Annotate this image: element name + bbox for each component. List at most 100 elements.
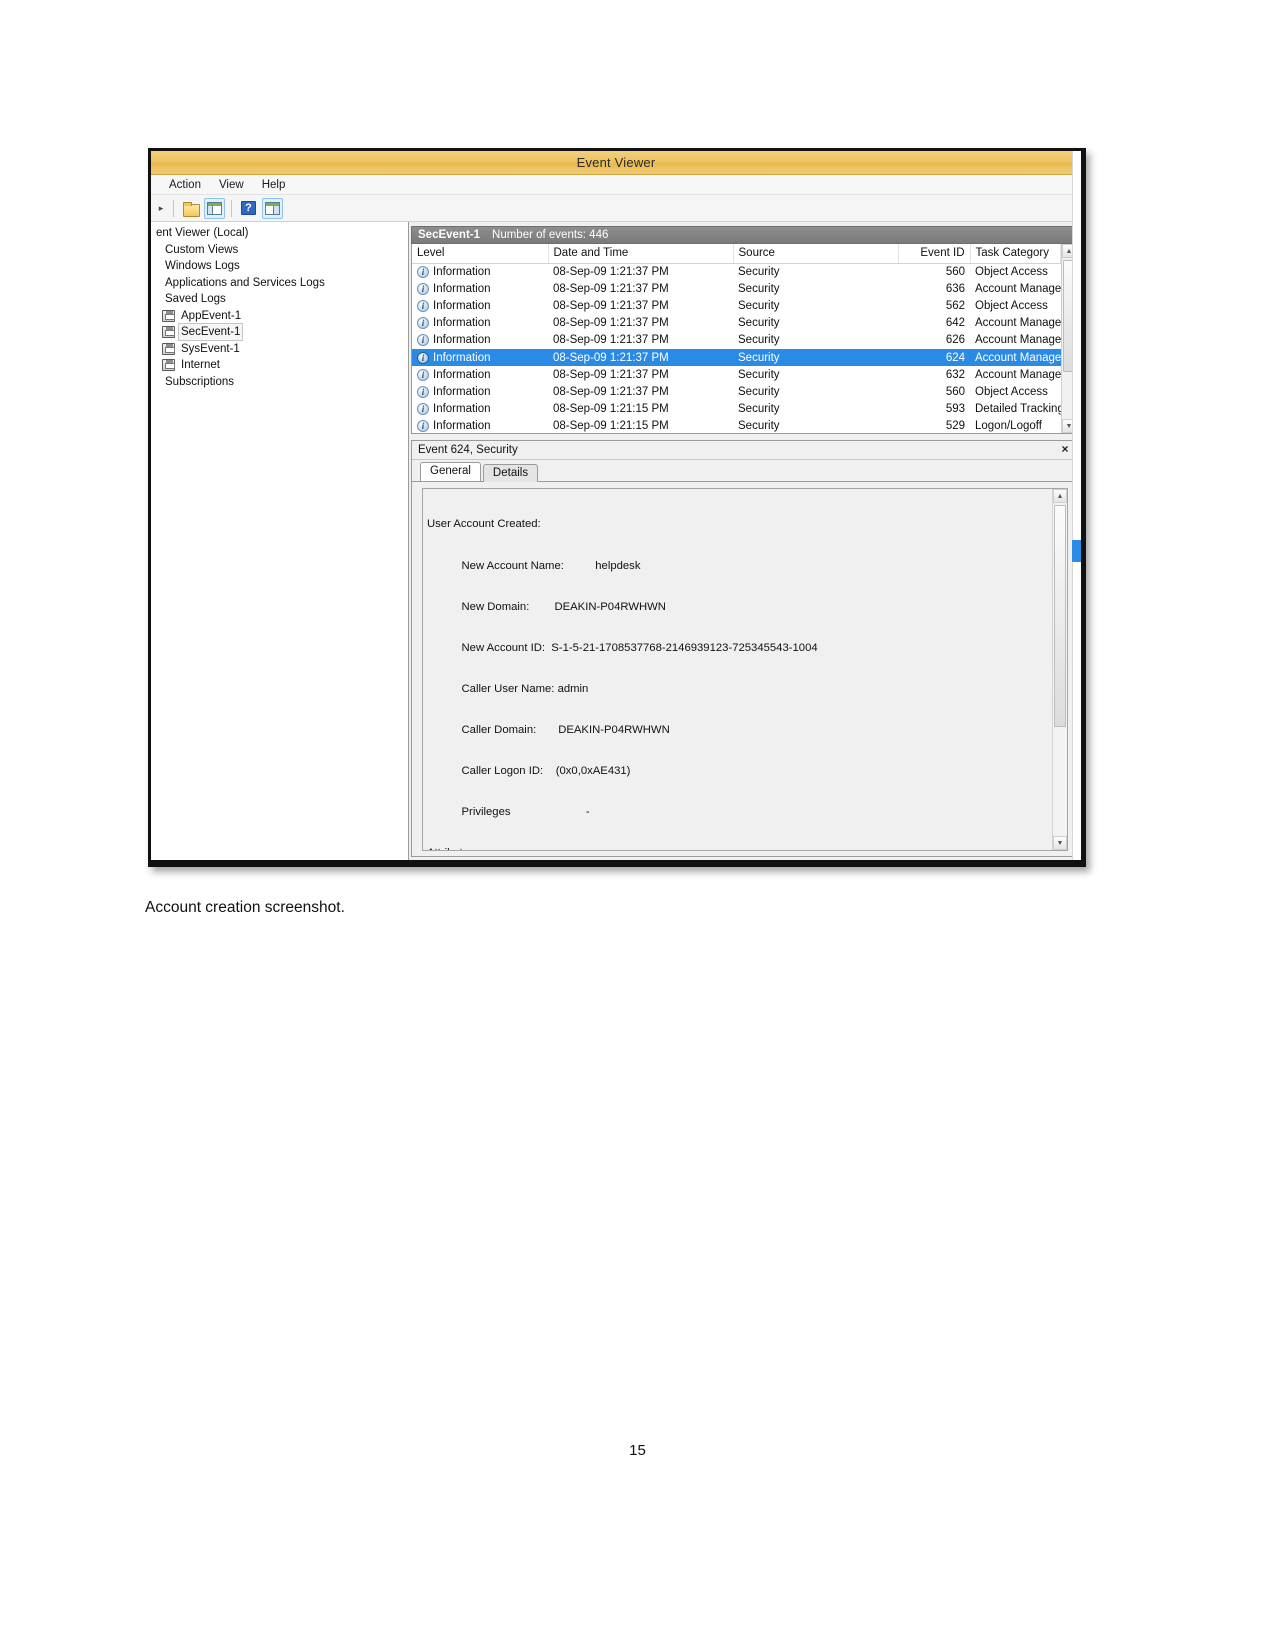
- table-row[interactable]: i Information 08-Sep-09 1:21:15 PM Securi…: [412, 401, 1061, 418]
- chevron-right-icon[interactable]: ▸: [155, 198, 167, 218]
- menu-item-action[interactable]: Action: [161, 178, 209, 192]
- tree-item-internet[interactable]: Internet: [151, 357, 408, 374]
- tree-item-label: AppEvent-1: [181, 309, 242, 322]
- column-header-date-and-time[interactable]: Date and Time: [548, 244, 734, 264]
- saved-log-icon: [162, 342, 175, 355]
- table-row-selected[interactable]: i Information 08-Sep-09 1:21:37 PM Securi…: [412, 348, 1061, 367]
- table-row[interactable]: i Information 08-Sep-09 1:21:15 PM Securi…: [412, 418, 1061, 433]
- open-saved-log-button[interactable]: [180, 198, 201, 219]
- tree-item-label: Subscriptions: [165, 375, 235, 388]
- information-icon: i: [417, 282, 429, 295]
- event-count-label: Number of events: 446: [492, 229, 609, 241]
- detail-line: New Account Name: helpdesk: [427, 559, 641, 572]
- event-detail-pane: Event 624, Security × General Details Us…: [411, 440, 1077, 857]
- tree-item-secevent-1[interactable]: SecEvent-1: [151, 323, 408, 342]
- tree-item-sysevent-1[interactable]: SysEvent-1: [151, 341, 408, 358]
- event-description-scrollbar[interactable]: ▲ ▼: [1052, 489, 1067, 850]
- cell-level: i Information: [412, 366, 548, 383]
- event-description-text: User Account Created: New Account Name: …: [423, 489, 1052, 850]
- information-icon: i: [417, 385, 429, 398]
- cell-level: i Information: [412, 383, 548, 400]
- table-row[interactable]: i Information 08-Sep-09 1:21:37 PM Securi…: [412, 297, 1061, 314]
- folder-icon: [182, 201, 200, 217]
- tree-item-label: ent Viewer (Local): [156, 227, 249, 240]
- cell-event-id: 642: [945, 317, 965, 330]
- show-hide-console-tree-button[interactable]: [204, 197, 225, 219]
- tree-item-label: Internet: [181, 359, 220, 372]
- cell-datetime: 08-Sep-09 1:21:37 PM: [553, 317, 669, 330]
- page-number: 15: [629, 1442, 646, 1459]
- window-right-edge: [1072, 151, 1081, 860]
- cell-event-id: 529: [945, 420, 965, 433]
- tab-details[interactable]: Details: [482, 464, 539, 482]
- cell-datetime: 08-Sep-09 1:21:15 PM: [553, 420, 669, 433]
- cell-level: i Information: [412, 349, 548, 366]
- column-header-source[interactable]: Source: [733, 244, 899, 264]
- event-description-textbox[interactable]: User Account Created: New Account Name: …: [422, 488, 1068, 851]
- tree-item-windows-logs[interactable]: Windows Logs: [151, 258, 408, 275]
- cell-source: Security: [738, 299, 780, 312]
- scroll-up-icon[interactable]: ▲: [1053, 489, 1067, 503]
- table-row[interactable]: i Information 08-Sep-09 1:21:37 PM Securi…: [412, 332, 1061, 349]
- figure-caption: Account creation screenshot.: [145, 899, 345, 916]
- edge-highlight-marker: [1072, 540, 1081, 562]
- table-row[interactable]: i Information 08-Sep-09 1:21:37 PM Securi…: [412, 263, 1061, 280]
- tree-item-label: Applications and Services Logs: [165, 276, 325, 289]
- column-header-event-id[interactable]: Event ID: [898, 244, 971, 264]
- cell-datetime: 08-Sep-09 1:21:37 PM: [553, 368, 669, 381]
- cell-level: i Information: [412, 418, 548, 433]
- column-header-level[interactable]: Level: [412, 244, 549, 264]
- cell-task-category: Object Access: [975, 299, 1048, 312]
- tree-item-appevent-1[interactable]: AppEvent-1: [151, 308, 408, 325]
- help-button[interactable]: ?: [238, 198, 259, 219]
- scrollbar-thumb[interactable]: [1054, 505, 1066, 727]
- cell-task-category: Account Manage...: [975, 282, 1061, 295]
- log-summary-bar: SecEvent-1 Number of events: 446: [411, 226, 1077, 244]
- menu-item-view[interactable]: View: [211, 178, 252, 192]
- cell-task-category: Object Access: [975, 265, 1048, 278]
- tree-item-event-viewer-local[interactable]: ent Viewer (Local): [151, 225, 408, 242]
- tree-item-saved-logs[interactable]: Saved Logs: [151, 291, 408, 308]
- question-mark-icon: ?: [241, 201, 256, 215]
- tree-item-subscriptions[interactable]: Subscriptions: [151, 374, 408, 391]
- table-row[interactable]: i Information 08-Sep-09 1:21:37 PM Securi…: [412, 315, 1061, 332]
- cell-source: Security: [738, 265, 780, 278]
- tree-item-label: SysEvent-1: [181, 342, 240, 355]
- detail-line: Caller User Name: admin: [427, 682, 589, 695]
- event-list-container: Level Date and Time Source Event ID Task…: [411, 244, 1077, 434]
- cell-task-category: Account Manage...: [975, 368, 1061, 381]
- tab-general[interactable]: General: [420, 462, 481, 481]
- table-row[interactable]: i Information 08-Sep-09 1:21:37 PM Securi…: [412, 280, 1061, 297]
- cell-task-category: Account Manage...: [975, 351, 1061, 364]
- console-tree-pane-icon: [207, 201, 222, 215]
- close-icon[interactable]: ×: [1058, 443, 1072, 457]
- tree-item-applications-and-services-logs[interactable]: Applications and Services Logs: [151, 275, 408, 292]
- event-viewer-window: Event Viewer Action View Help ▸ ? ent Vi…: [151, 151, 1081, 860]
- cell-datetime: 08-Sep-09 1:21:37 PM: [553, 282, 669, 295]
- tree-item-label: Windows Logs: [165, 260, 240, 273]
- table-row[interactable]: i Information 08-Sep-09 1:21:37 PM Securi…: [412, 366, 1061, 383]
- cell-datetime: 08-Sep-09 1:21:37 PM: [553, 299, 669, 312]
- cell-event-id: 624: [945, 351, 965, 364]
- table-row[interactable]: i Information 08-Sep-09 1:21:37 PM Securi…: [412, 383, 1061, 400]
- tree-item-custom-views[interactable]: Custom Views: [151, 242, 408, 259]
- scrollbar-track[interactable]: [1053, 503, 1067, 836]
- cell-event-id: 632: [945, 368, 965, 381]
- detail-line: New Domain: DEAKIN-P04RWHWN: [427, 600, 666, 613]
- detail-line: Caller Logon ID: (0x0,0xAE431): [427, 765, 631, 778]
- menu-item-help[interactable]: Help: [254, 178, 294, 192]
- scroll-down-icon[interactable]: ▼: [1053, 836, 1067, 850]
- console-tree[interactable]: ent Viewer (Local) Custom Views Windows …: [151, 222, 409, 860]
- show-hide-action-pane-button[interactable]: [262, 197, 283, 219]
- cell-source: Security: [738, 420, 780, 433]
- document-page: Event Viewer Action View Help ▸ ? ent Vi…: [0, 0, 1275, 1651]
- cell-source: Security: [738, 385, 780, 398]
- cell-level: i Information: [412, 263, 548, 280]
- cell-datetime: 08-Sep-09 1:21:37 PM: [553, 351, 669, 364]
- cell-source: Security: [738, 282, 780, 295]
- column-header-task-category[interactable]: Task Category: [970, 244, 1061, 264]
- cell-event-id: 636: [945, 282, 965, 295]
- detail-line: Privileges -: [427, 806, 590, 819]
- cell-event-id: 560: [945, 265, 965, 278]
- tree-item-label: SecEvent-1: [178, 323, 244, 342]
